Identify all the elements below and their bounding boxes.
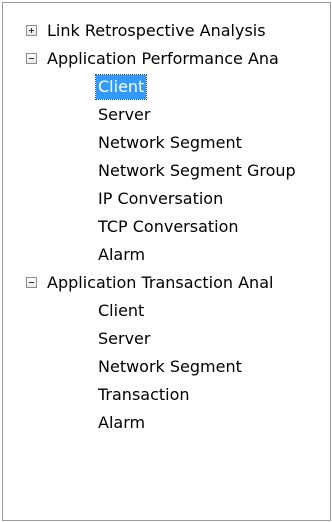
tree-leaf-perf-network-segment-group[interactable]: Network Segment Group (3, 157, 330, 185)
tree-leaf-label[interactable]: TCP Conversation (98, 213, 239, 241)
tree-leaf-perf-tcp-conversation[interactable]: TCP Conversation (3, 213, 330, 241)
tree-leaf-label[interactable]: Network Segment Group (98, 157, 296, 185)
tree-node-label[interactable]: Link Retrospective Analysis (47, 17, 266, 45)
tree-node-application-transaction[interactable]: Application Transaction Anal (3, 269, 330, 297)
tree-leaf-label[interactable]: IP Conversation (98, 185, 223, 213)
tree-leaf-label[interactable]: Alarm (98, 409, 145, 437)
tree-view: Link Retrospective Analysis Application … (3, 17, 330, 437)
tree-leaf-label[interactable]: Client (94, 74, 148, 100)
tree-node-link-retrospective-analysis[interactable]: Link Retrospective Analysis (3, 17, 330, 45)
tree-leaf-label[interactable]: Server (98, 101, 150, 129)
tree-leaf-label[interactable]: Network Segment (98, 353, 242, 381)
tree-node-label[interactable]: Application Transaction Anal (47, 269, 273, 297)
tree-leaf-label[interactable]: Client (98, 297, 144, 325)
tree-leaf-trans-server[interactable]: Server (3, 325, 330, 353)
tree-node-label[interactable]: Application Performance Ana (47, 45, 279, 73)
tree-leaf-label[interactable]: Network Segment (98, 129, 242, 157)
tree-panel: Link Retrospective Analysis Application … (2, 2, 331, 521)
tree-leaf-label[interactable]: Transaction (98, 381, 190, 409)
tree-leaf-trans-transaction[interactable]: Transaction (3, 381, 330, 409)
tree-leaf-perf-client[interactable]: Client (3, 73, 330, 101)
tree-leaf-perf-server[interactable]: Server (3, 101, 330, 129)
tree-leaf-label[interactable]: Alarm (98, 241, 145, 269)
tree-node-application-performance[interactable]: Application Performance Ana (3, 45, 330, 73)
minus-collapse-icon[interactable] (26, 277, 37, 288)
tree-leaf-trans-client[interactable]: Client (3, 297, 330, 325)
tree-leaf-perf-network-segment[interactable]: Network Segment (3, 129, 330, 157)
tree-leaf-perf-ip-conversation[interactable]: IP Conversation (3, 185, 330, 213)
tree-leaf-trans-alarm[interactable]: Alarm (3, 409, 330, 437)
plus-expand-icon[interactable] (26, 25, 37, 36)
minus-collapse-icon[interactable] (26, 53, 37, 64)
tree-leaf-label[interactable]: Server (98, 325, 150, 353)
tree-leaf-perf-alarm[interactable]: Alarm (3, 241, 330, 269)
tree-leaf-trans-network-segment[interactable]: Network Segment (3, 353, 330, 381)
